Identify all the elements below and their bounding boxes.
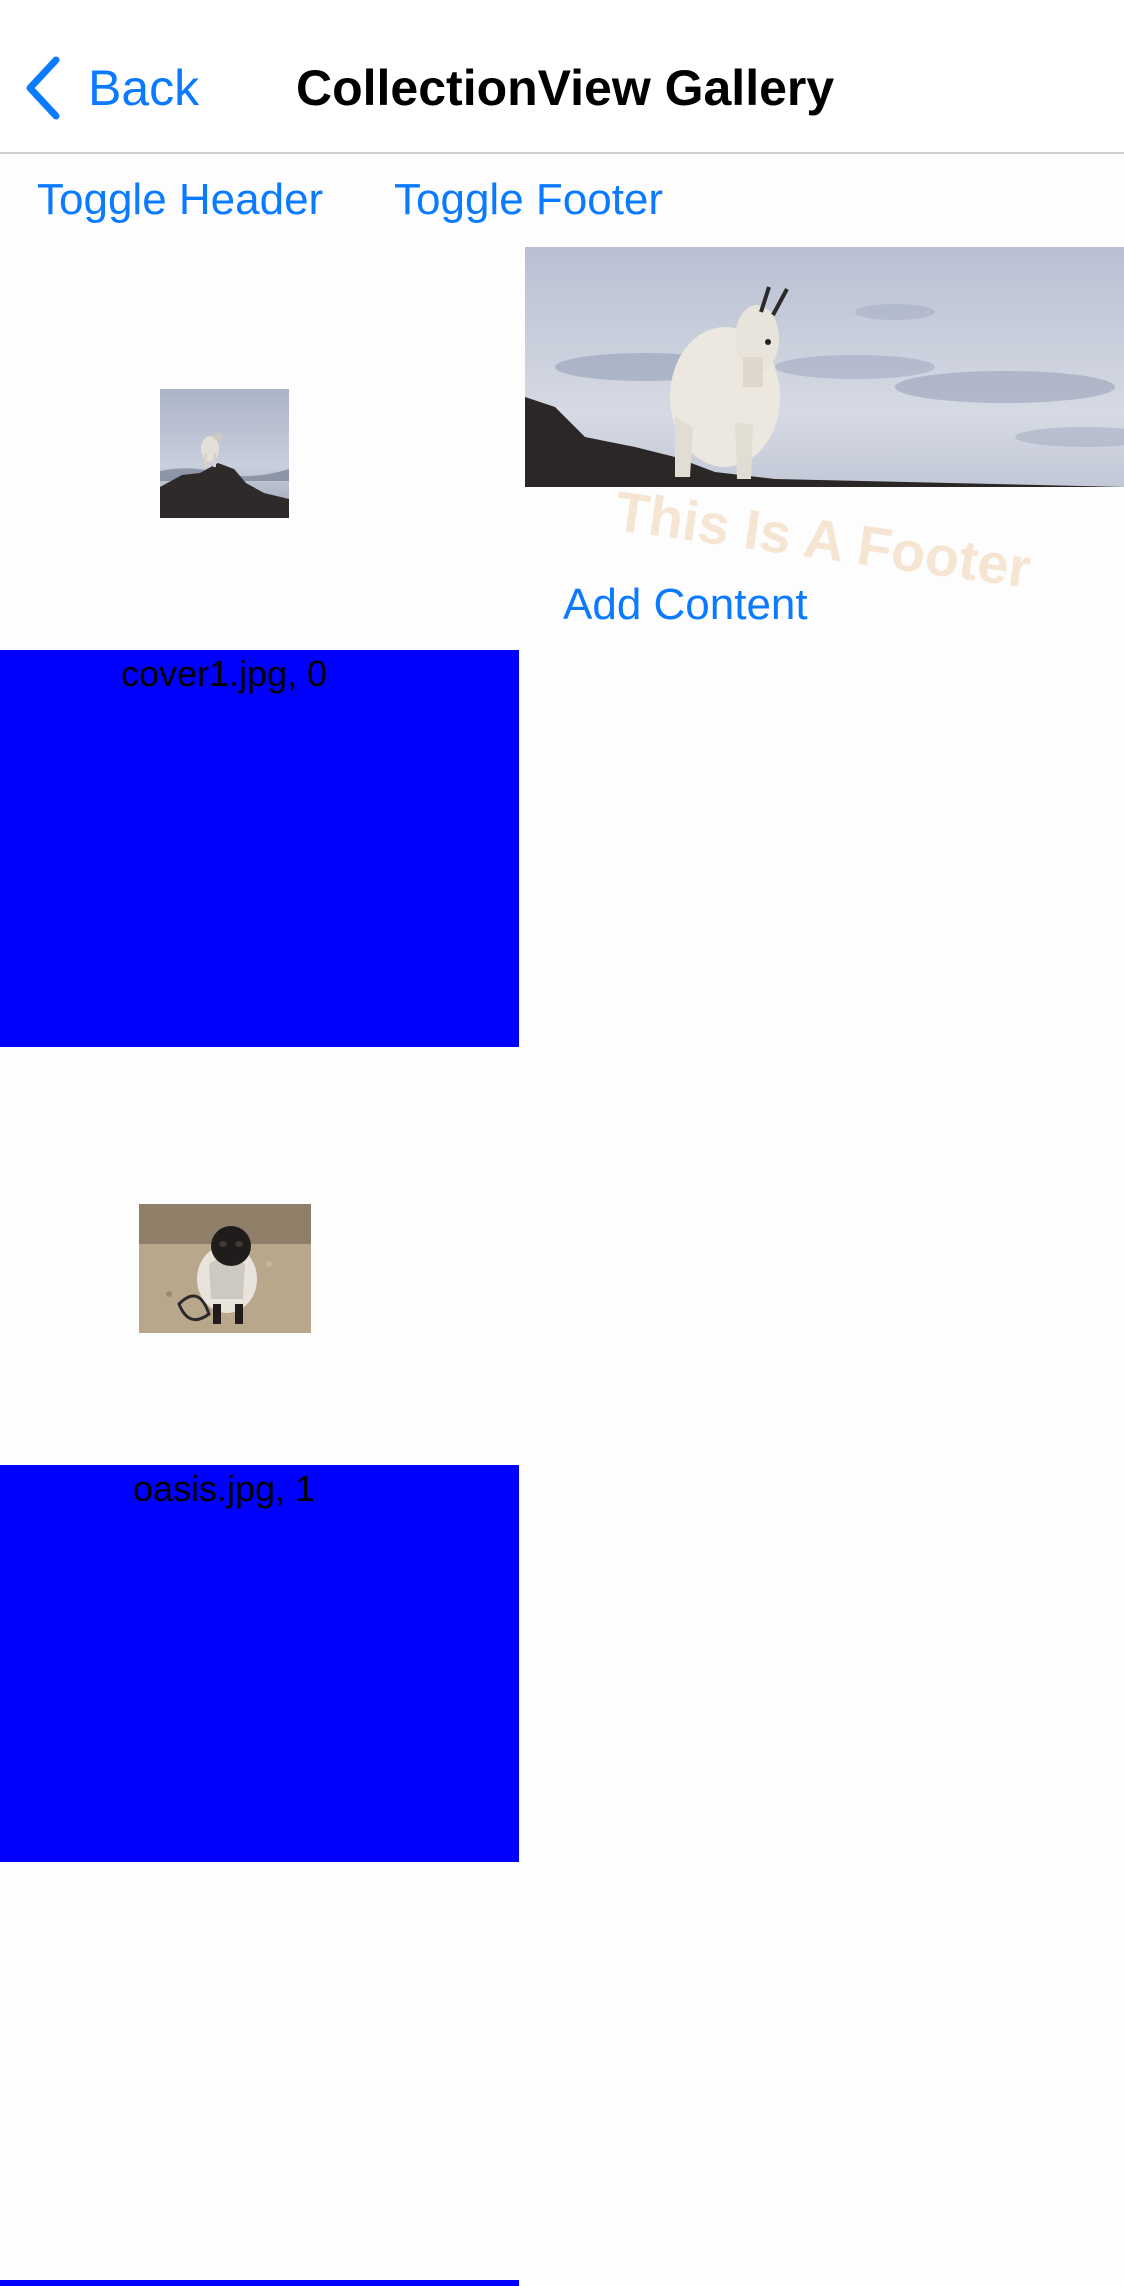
back-label: Back [88,60,200,116]
page-title: CollectionView Gallery [296,60,835,116]
screen: Back CollectionView Gallery Toggle Heade… [0,0,1124,2286]
gallery-item-label: oasis.jpg, 1 [0,1465,519,1862]
chevron-left-icon [26,56,60,120]
pug-dog-thumbnail-image [139,1204,311,1333]
navigation-bar: Back CollectionView Gallery [0,0,1124,154]
back-button[interactable]: Back [22,52,199,124]
toggle-header-button[interactable]: Toggle Header [37,170,323,230]
gallery-item-label [0,2280,519,2286]
gallery-item-caption: oasis.jpg, 1 [132,1468,316,1509]
gallery-item-label: cover1.jpg, 0 [0,650,519,1047]
mountain-goat-thumbnail-image [160,389,289,518]
pug-dog-thumbnail[interactable] [139,1204,311,1333]
gallery-item-caption: cover1.jpg, 0 [120,653,328,694]
mountain-goat-photo [525,247,1124,487]
header-image [525,247,1124,487]
toggle-footer-button[interactable]: Toggle Footer [394,170,663,230]
mountain-goat-thumbnail[interactable] [160,389,289,518]
add-content-button[interactable]: Add Content [563,575,808,635]
gallery-cell[interactable] [0,1862,519,2280]
